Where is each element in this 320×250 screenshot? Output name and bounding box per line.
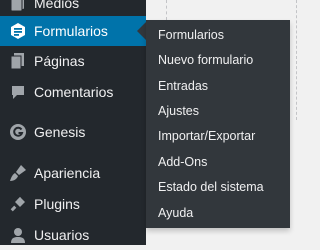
sidebar-item-label: Páginas (34, 53, 85, 69)
submenu-item-nuevo-formulario[interactable]: Nuevo formulario (158, 52, 253, 68)
submenu-item-importar-exportar[interactable]: Importar/Exportar (158, 128, 255, 144)
sidebar-item-apariencia[interactable]: Apariencia (0, 158, 146, 188)
sidebar-item-genesis[interactable]: Genesis (0, 117, 146, 147)
appearance-icon (8, 163, 28, 183)
sidebar-item-label: Apariencia (34, 165, 101, 181)
sidebar-item-label: Medios (34, 0, 80, 11)
sidebar-item-formularios[interactable]: Formularios (0, 16, 146, 46)
content-divider (166, 0, 167, 20)
submenu-item-estado-del-sistema[interactable]: Estado del sistema (158, 179, 264, 195)
forms-flyout-submenu: Formularios Nuevo formulario Entradas Aj… (146, 20, 290, 228)
sidebar-item-label: Comentarios (34, 84, 114, 100)
submenu-item-add-ons[interactable]: Add-Ons (158, 154, 207, 170)
submenu-item-ajustes[interactable]: Ajustes (158, 103, 199, 119)
forms-icon (8, 21, 28, 41)
media-icon (8, 0, 28, 13)
admin-sidebar: Medios Formularios Páginas Comentarios G… (0, 0, 146, 245)
comments-icon (8, 82, 28, 102)
current-menu-arrow (137, 22, 146, 40)
sidebar-item-usuarios[interactable]: Usuarios (0, 220, 146, 250)
sidebar-item-label: Genesis (34, 124, 86, 140)
sidebar-item-comentarios[interactable]: Comentarios (0, 77, 146, 107)
sidebar-item-label: Plugins (34, 196, 80, 212)
pages-icon (8, 51, 28, 71)
submenu-item-ayuda[interactable]: Ayuda (158, 205, 193, 221)
sidebar-item-label: Usuarios (34, 227, 90, 243)
sidebar-item-plugins[interactable]: Plugins (0, 189, 146, 219)
sidebar-item-label: Formularios (34, 23, 108, 39)
submenu-item-entradas[interactable]: Entradas (158, 78, 208, 94)
sidebar-item-paginas[interactable]: Páginas (0, 46, 146, 76)
content-divider-right (296, 0, 297, 120)
submenu-item-formularios[interactable]: Formularios (158, 27, 224, 43)
genesis-icon (8, 122, 28, 142)
plugins-icon (8, 194, 28, 214)
users-icon (8, 225, 28, 245)
